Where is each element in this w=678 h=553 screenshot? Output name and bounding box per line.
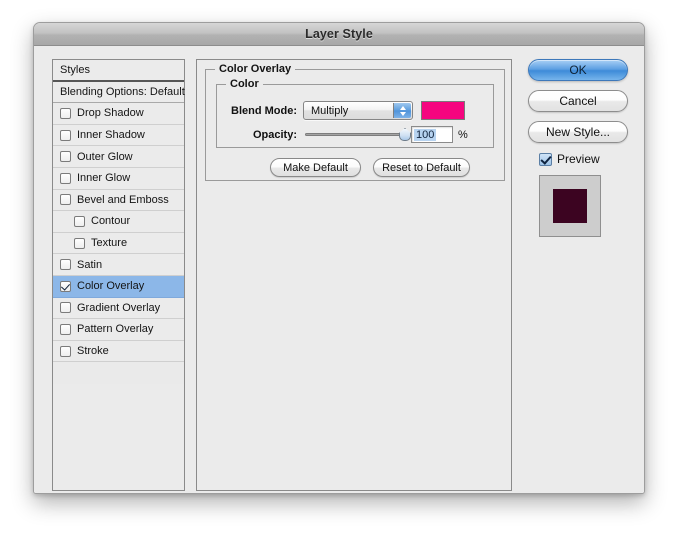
style-enable-checkbox[interactable]	[60, 259, 71, 271]
opacity-label: Opacity:	[252, 128, 297, 141]
sidebar-item-label: Texture	[91, 237, 128, 250]
style-enable-checkbox[interactable]	[60, 129, 71, 141]
sidebar-header-styles: Styles	[53, 60, 184, 82]
color-overlay-group: Color Overlay Color Blend Mode: Multiply	[205, 63, 505, 181]
sidebar-item-label: Gradient Overlay	[77, 301, 161, 314]
sidebar-item-label: Outer Glow	[77, 150, 133, 163]
sidebar-item-label: Drop Shadow	[77, 107, 144, 120]
make-default-button[interactable]: Make Default	[270, 158, 361, 177]
layer-style-dialog: Layer Style Styles Blending Options: Def…	[33, 22, 645, 494]
sidebar-item-pattern-overlay[interactable]: Pattern Overlay	[53, 319, 184, 341]
dialog-body: Styles Blending Options: Default Drop Sha…	[34, 46, 644, 493]
style-enable-checkbox[interactable]	[60, 151, 71, 163]
style-enable-checkbox[interactable]	[60, 323, 71, 335]
opacity-slider-thumb[interactable]	[399, 128, 411, 141]
style-enable-checkbox[interactable]	[60, 345, 71, 357]
styles-sidebar: Styles Blending Options: Default Drop Sha…	[52, 59, 185, 491]
color-subgroup: Color Blend Mode: Multiply Opacity: 100 …	[216, 78, 494, 148]
blend-mode-row: Blend Mode: Multiply	[217, 101, 493, 120]
sidebar-item-label: Pattern Overlay	[77, 323, 154, 336]
style-enable-checkbox[interactable]	[74, 215, 85, 227]
reset-to-default-button[interactable]: Reset to Default	[373, 158, 470, 177]
chevron-down-icon	[399, 111, 406, 116]
preview-checkbox[interactable]	[539, 152, 552, 166]
color-overlay-group-title: Color Overlay	[215, 63, 296, 75]
main-settings-panel: Color Overlay Color Blend Mode: Multiply	[196, 59, 512, 491]
chevron-up-icon	[399, 105, 406, 110]
blend-mode-label: Blend Mode:	[231, 104, 297, 117]
sidebar-item-inner-shadow[interactable]: Inner Shadow	[53, 124, 184, 147]
sidebar-item-label: Color Overlay	[77, 280, 145, 293]
preview-thumbnail-shape	[553, 189, 587, 223]
opacity-slider[interactable]	[305, 125, 411, 144]
sidebar-item-label: Contour	[91, 215, 131, 228]
sidebar-item-texture[interactable]: Texture	[53, 232, 184, 255]
opacity-row: Opacity: 100 %	[217, 125, 493, 144]
sidebar-item-outer-glow[interactable]: Outer Glow	[53, 146, 184, 168]
style-enable-checkbox[interactable]	[60, 107, 71, 119]
sidebar-item-bevel-and-emboss[interactable]: Bevel and Emboss	[53, 189, 184, 212]
preview-thumbnail	[539, 175, 601, 237]
sidebar-item-contour[interactable]: Contour	[53, 211, 184, 233]
window-title: Layer Style	[305, 27, 373, 41]
color-subgroup-title: Color	[226, 78, 263, 90]
chevron-updown-icon[interactable]	[393, 103, 411, 118]
sidebar-item-drop-shadow[interactable]: Drop Shadow	[53, 103, 184, 125]
sidebar-item-inner-glow[interactable]: Inner Glow	[53, 167, 184, 190]
opacity-slider-track	[305, 133, 405, 136]
style-enable-checkbox[interactable]	[60, 280, 71, 292]
sidebar-item-label: Inner Glow	[77, 172, 131, 185]
sidebar-item-blending-options-default[interactable]: Blending Options: Default	[53, 81, 185, 104]
sidebar-item-gradient-overlay[interactable]: Gradient Overlay	[53, 297, 184, 320]
opacity-input[interactable]: 100	[411, 126, 453, 143]
ok-button[interactable]: OK	[528, 59, 628, 81]
preview-label: Preview	[557, 152, 600, 166]
sidebar-item-label: Bevel and Emboss	[77, 193, 169, 206]
blend-mode-select[interactable]: Multiply	[303, 101, 413, 120]
opacity-unit-label: %	[458, 128, 468, 141]
preview-toggle[interactable]: Preview	[539, 152, 632, 166]
color-swatch[interactable]	[421, 101, 465, 120]
sidebar-item-label: Stroke	[77, 345, 109, 358]
title-bar: Layer Style	[34, 23, 644, 46]
sidebar-item-satin[interactable]: Satin	[53, 254, 184, 276]
style-enable-checkbox[interactable]	[60, 194, 71, 206]
sidebar-item-label: Satin	[77, 258, 103, 271]
style-enable-checkbox[interactable]	[60, 302, 71, 314]
style-enable-checkbox[interactable]	[60, 172, 71, 184]
new-style-button[interactable]: New Style...	[528, 121, 628, 143]
sidebar-empty-area	[53, 384, 184, 490]
style-enable-checkbox[interactable]	[74, 237, 85, 249]
sidebar-header-label: Styles	[60, 63, 90, 76]
sidebar-item-color-overlay[interactable]: Color Overlay	[53, 275, 184, 298]
sidebar-item-label: Inner Shadow	[77, 129, 145, 142]
sidebar-list: Blending Options: Default Drop Shadow Inne…	[53, 81, 185, 363]
opacity-input-value: 100	[414, 128, 437, 141]
cancel-button[interactable]: Cancel	[528, 90, 628, 112]
dialog-actions: OK Cancel New Style... Preview	[528, 59, 632, 237]
sidebar-item-label: Blending Options: Default	[60, 85, 185, 98]
sidebar-item-stroke[interactable]: Stroke	[53, 340, 184, 363]
blend-mode-value: Multiply	[311, 104, 349, 117]
